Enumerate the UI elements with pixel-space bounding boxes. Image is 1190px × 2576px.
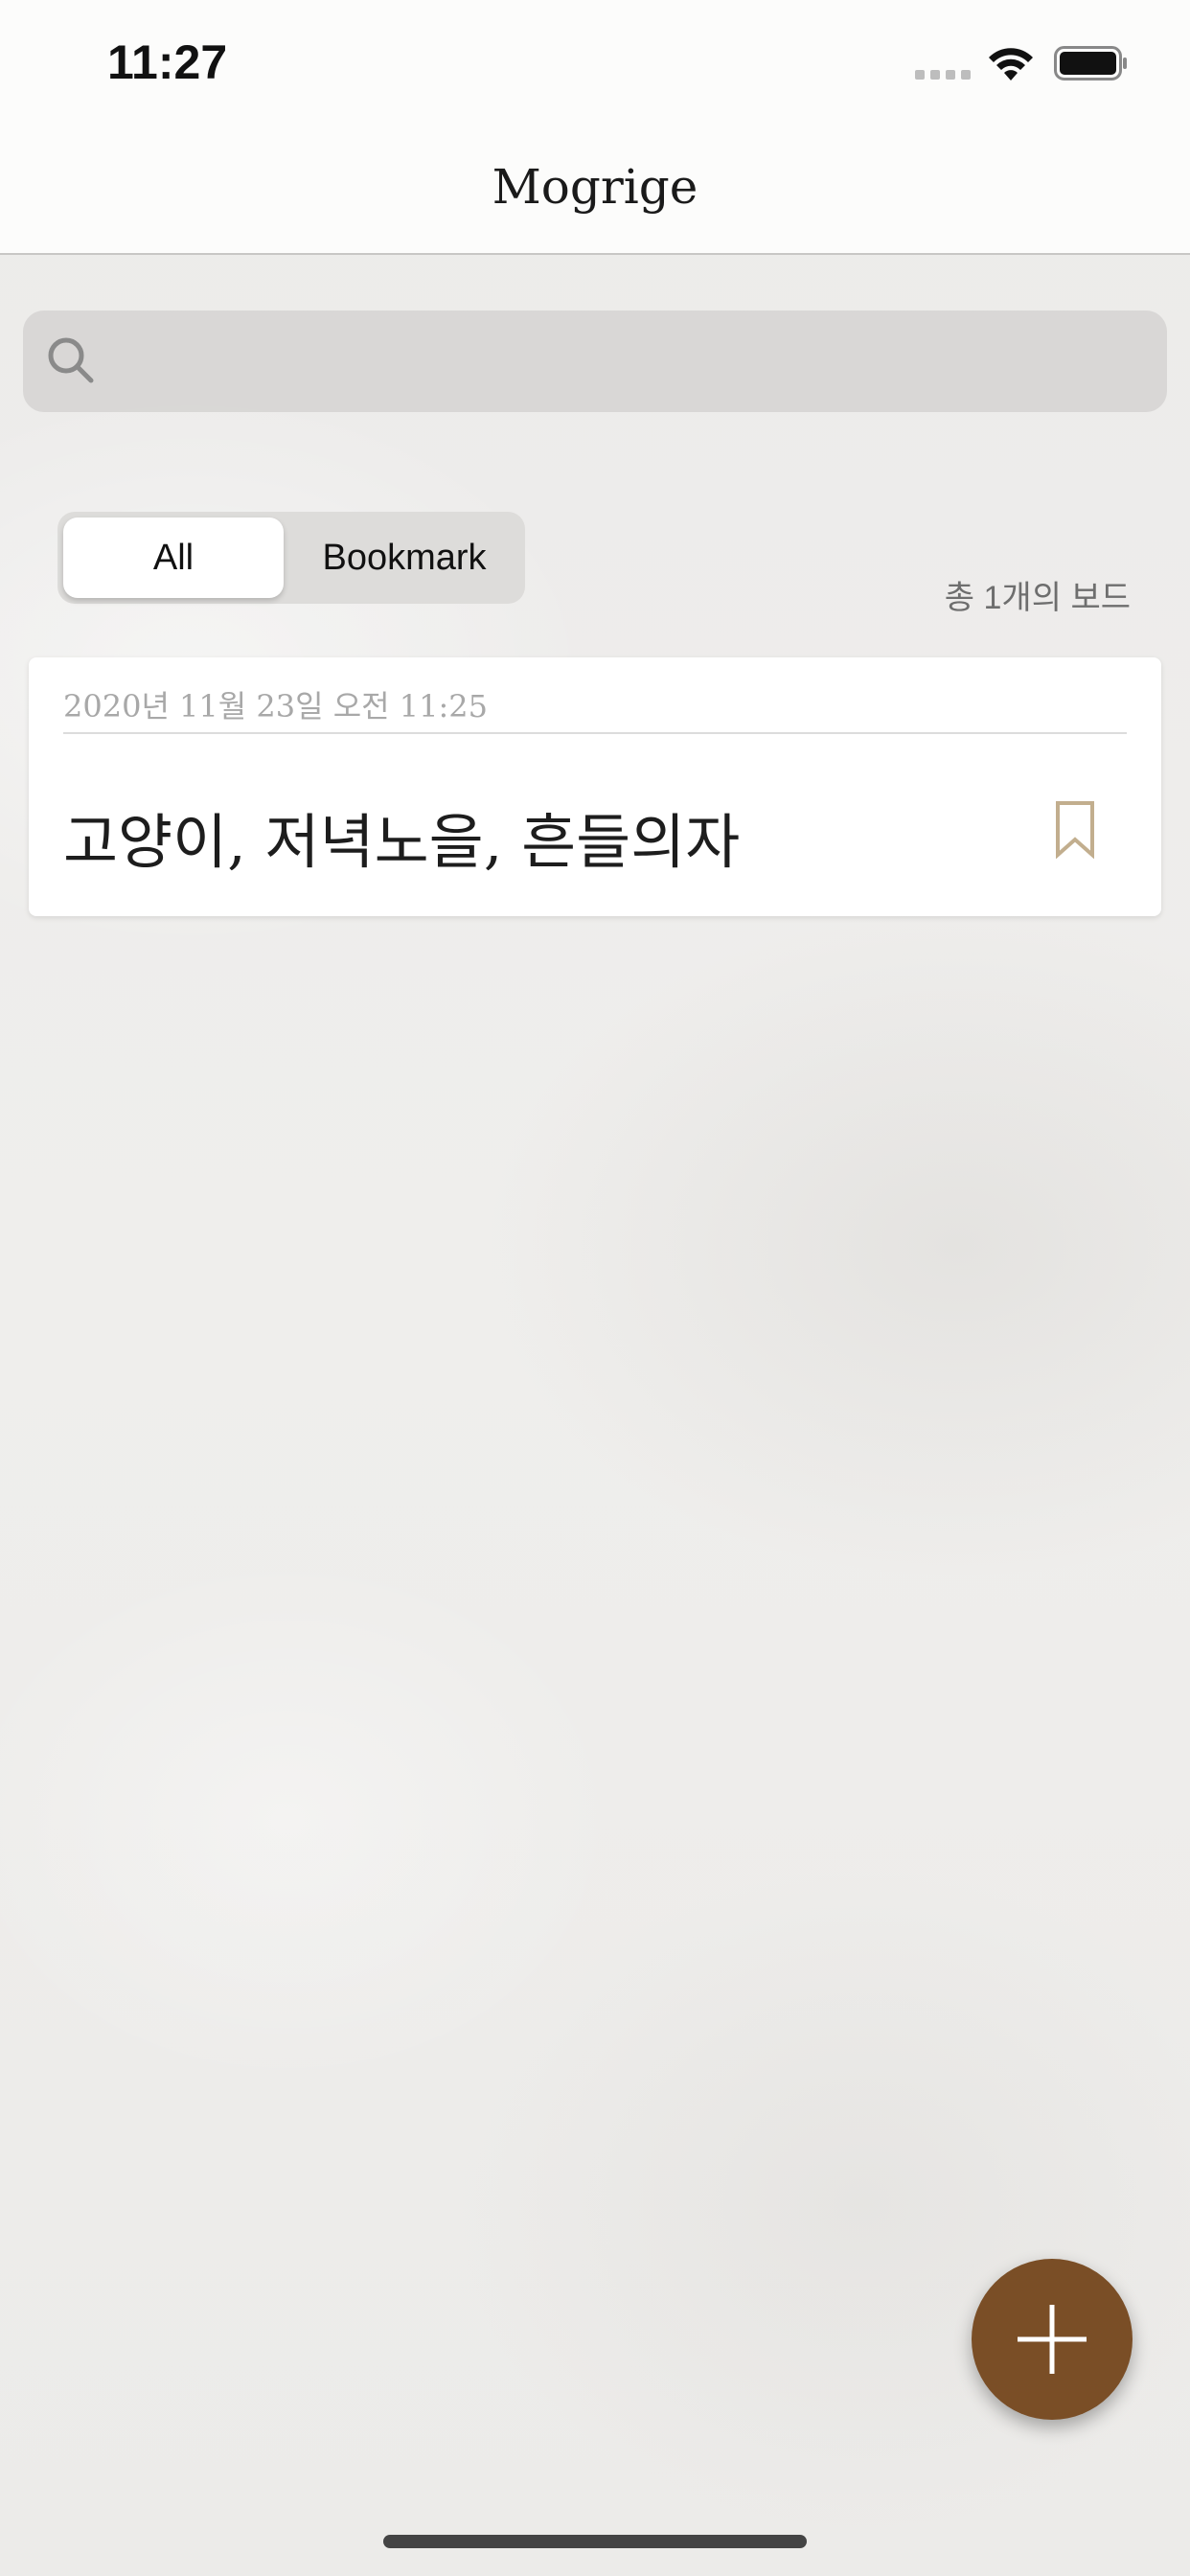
filter-segmented-control: All Bookmark (57, 512, 525, 604)
segment-bookmark[interactable]: Bookmark (289, 518, 519, 598)
card-divider (63, 732, 1127, 734)
search-input[interactable] (109, 310, 1148, 414)
board-title: 고양이, 저녁노을, 흔들의자 (63, 807, 741, 877)
cellular-signal-icon (915, 70, 971, 80)
board-card[interactable]: 2020년 11월 23일 오전 11:25 고양이, 저녁노을, 흔들의자 (29, 657, 1161, 916)
home-indicator (383, 2535, 807, 2548)
plus-icon (1018, 2305, 1087, 2374)
page-title: Mogrige (492, 159, 698, 215)
status-bar: 11:27 (0, 0, 1190, 134)
add-board-button[interactable] (972, 2259, 1133, 2420)
board-date: 2020년 11월 23일 오전 11:25 (63, 688, 488, 724)
segment-all[interactable]: All (63, 518, 284, 598)
status-time: 11:27 (107, 35, 228, 89)
battery-icon (1054, 46, 1127, 80)
board-count-label: 총 1개의 보드 (944, 580, 1131, 616)
search-icon (48, 337, 94, 383)
bookmark-icon[interactable] (1052, 799, 1098, 859)
search-bar[interactable] (23, 310, 1167, 414)
wifi-icon (989, 48, 1033, 80)
navigation-bar: Mogrige (0, 134, 1190, 255)
